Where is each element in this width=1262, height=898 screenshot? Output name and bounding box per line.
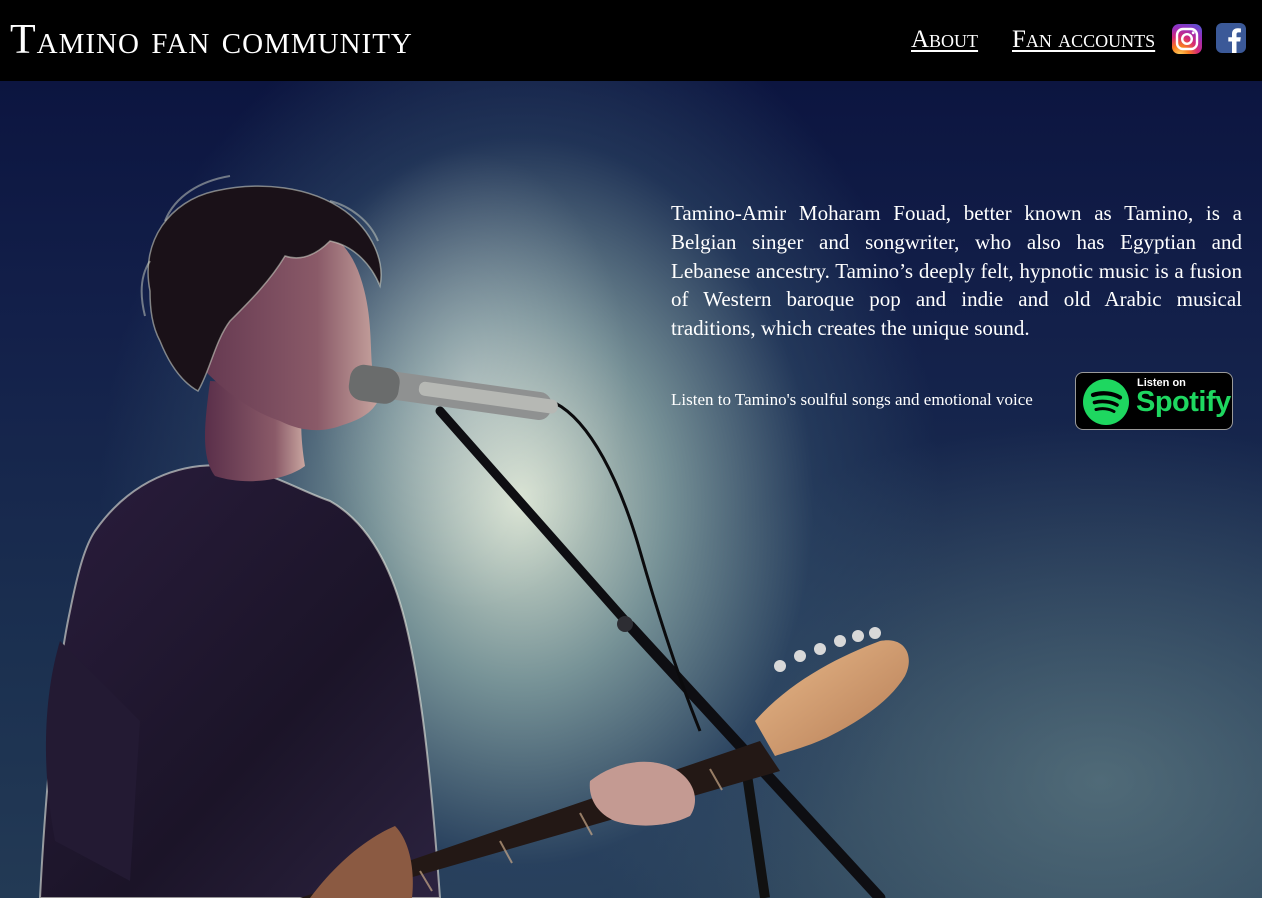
bio-paragraph: Tamino-Amir Moharam Fouad, better known …	[671, 201, 1242, 341]
site-header: Tamino fan community About Fan accounts	[0, 0, 1262, 81]
listen-prompt: Listen to Tamino's soulful songs and emo…	[671, 390, 1033, 409]
hero-section: Tamino-Amir Moharam Fouad, better known …	[0, 81, 1262, 898]
instagram-icon[interactable]	[1172, 24, 1202, 54]
facebook-icon[interactable]	[1216, 23, 1246, 53]
listen-on-spotify-button[interactable]: Listen on Spotify	[1075, 372, 1233, 430]
nav-link-fan-accounts[interactable]: Fan accounts	[1012, 25, 1155, 55]
nav-link-about[interactable]: About	[911, 25, 978, 55]
spotify-badge-brand: Spotify	[1136, 386, 1231, 418]
site-title: Tamino fan community	[10, 17, 413, 63]
spotify-icon	[1083, 379, 1129, 425]
